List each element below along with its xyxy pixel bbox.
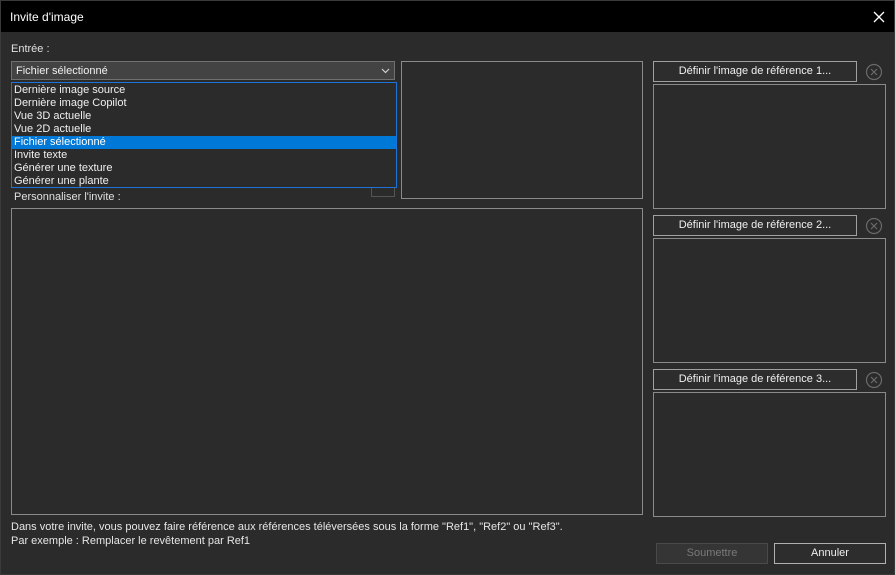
dropdown-option[interactable]: Dernière image source [12,84,396,97]
dialog-title: Invite d'image [10,10,84,24]
image-prompt-dialog: Invite d'image Entrée : Fichier sélectio… [0,0,895,575]
dropdown-option[interactable]: Vue 2D actuelle [12,123,396,136]
hint-text-line-1: Dans votre invite, vous pouvez faire réf… [11,521,563,533]
dropdown-option[interactable]: Générer une texture [12,162,396,175]
clear-circle-x-icon [865,371,882,388]
reference-2-preview [653,238,886,363]
set-reference-3-button[interactable]: Définir l'image de référence 3... [653,369,857,390]
dropdown-option[interactable]: Vue 3D actuelle [12,110,396,123]
input-source-select[interactable]: Fichier sélectionné [11,61,395,80]
clear-reference-2-button[interactable] [861,215,886,236]
clear-reference-3-button[interactable] [861,369,886,390]
prompt-label: Personnaliser l'invite : [14,191,121,203]
submit-button[interactable]: Soumettre [656,543,768,564]
reference-3-preview [653,392,886,517]
set-reference-1-button[interactable]: Définir l'image de référence 1... [653,61,857,82]
dropdown-option[interactable]: Invite texte [12,149,396,162]
set-reference-2-button[interactable]: Définir l'image de référence 2... [653,215,857,236]
input-source-selected-value: Fichier sélectionné [16,65,108,77]
input-label: Entrée : [11,43,50,55]
clear-circle-x-icon [865,63,882,80]
dropdown-option[interactable]: Générer une plante [12,175,396,188]
input-image-preview [401,61,643,199]
clear-circle-x-icon [865,217,882,234]
dropdown-option[interactable]: Dernière image Copilot [12,97,396,110]
input-source-dropdown-list: Dernière image source Dernière image Cop… [11,82,397,188]
dropdown-option-selected[interactable]: Fichier sélectionné [12,136,396,149]
reference-1-preview [653,84,886,209]
prompt-textarea[interactable] [11,208,643,515]
browse-button-partially-hidden[interactable] [371,188,395,197]
title-bar: Invite d'image [1,1,894,32]
chevron-down-icon [380,65,391,79]
close-icon [873,11,885,22]
close-button[interactable] [864,1,894,32]
hint-text-line-2: Par exemple : Remplacer le revêtement pa… [11,535,251,547]
cancel-button[interactable]: Annuler [774,543,886,564]
clear-reference-1-button[interactable] [861,61,886,82]
